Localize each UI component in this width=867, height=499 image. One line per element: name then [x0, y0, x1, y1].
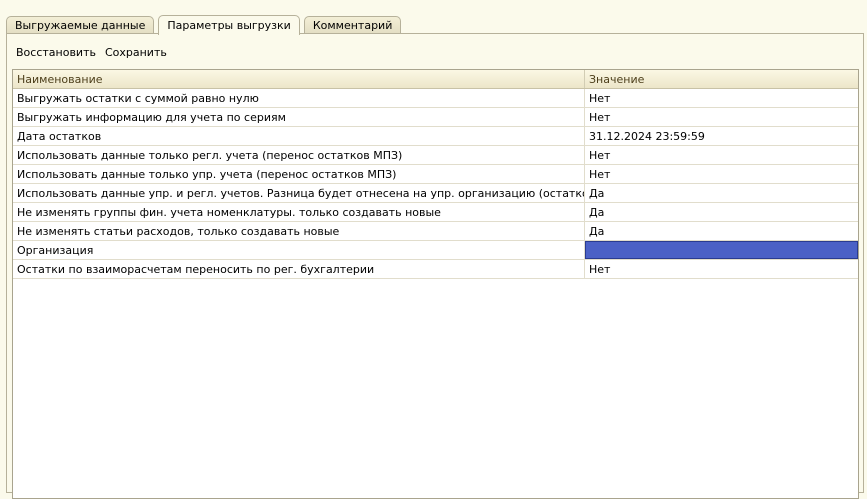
- toolbar: Восстановить Сохранить: [16, 46, 167, 59]
- tab-panel: Восстановить Сохранить Наименование Знач…: [6, 33, 864, 499]
- parameter-value-cell[interactable]: Нет: [585, 108, 858, 126]
- parameter-name-cell[interactable]: Выгружать информацию для учета по сериям: [13, 108, 585, 126]
- parameter-name-cell[interactable]: Использовать данные только упр. учета (п…: [13, 165, 585, 183]
- parameter-value-cell[interactable]: Да: [585, 184, 858, 202]
- parameter-value-cell[interactable]: Нет: [585, 89, 858, 107]
- column-header-name[interactable]: Наименование: [13, 70, 585, 88]
- parameter-value-cell[interactable]: Нет: [585, 165, 858, 183]
- table-row[interactable]: Не изменять статьи расходов, только созд…: [13, 222, 858, 241]
- save-button[interactable]: Сохранить: [105, 46, 167, 59]
- table-row[interactable]: Использовать данные упр. и регл. учетов.…: [13, 184, 858, 203]
- parameter-value-cell[interactable]: Нет: [585, 146, 858, 164]
- parameter-name-cell[interactable]: Организация: [13, 241, 585, 259]
- tab-bar: Выгружаемые данные Параметры выгрузки Ко…: [6, 14, 405, 35]
- parameter-name-cell[interactable]: Выгружать остатки с суммой равно нулю: [13, 89, 585, 107]
- table-header: Наименование Значение: [13, 70, 858, 89]
- parameter-value-cell[interactable]: [585, 241, 858, 259]
- table-row[interactable]: Использовать данные только регл. учета (…: [13, 146, 858, 165]
- table-row[interactable]: Использовать данные только упр. учета (п…: [13, 165, 858, 184]
- tab-exported-data[interactable]: Выгружаемые данные: [6, 16, 155, 34]
- parameter-value-cell[interactable]: Да: [585, 222, 858, 240]
- table-row[interactable]: Выгружать информацию для учета по сериям…: [13, 108, 858, 127]
- parameter-name-cell[interactable]: Не изменять статьи расходов, только созд…: [13, 222, 585, 240]
- parameter-value-cell[interactable]: Да: [585, 203, 858, 221]
- parameter-value-cell[interactable]: Нет: [585, 260, 858, 278]
- table-body: Выгружать остатки с суммой равно нулю Нет…: [13, 89, 858, 279]
- restore-button[interactable]: Восстановить: [16, 46, 96, 59]
- parameter-name-cell[interactable]: Использовать данные только регл. учета (…: [13, 146, 585, 164]
- parameters-table[interactable]: Наименование Значение Выгружать остатки …: [12, 69, 859, 499]
- parameter-name-cell[interactable]: Дата остатков: [13, 127, 585, 145]
- table-row[interactable]: Выгружать остатки с суммой равно нулю Нет: [13, 89, 858, 108]
- tab-export-parameters[interactable]: Параметры выгрузки: [158, 15, 300, 35]
- table-row[interactable]: Остатки по взаиморасчетам переносить по …: [13, 260, 858, 279]
- table-row[interactable]: Дата остатков 31.12.2024 23:59:59: [13, 127, 858, 146]
- table-row[interactable]: Не изменять группы фин. учета номенклату…: [13, 203, 858, 222]
- parameter-name-cell[interactable]: Использовать данные упр. и регл. учетов.…: [13, 184, 585, 202]
- tab-comment[interactable]: Комментарий: [303, 16, 402, 34]
- parameter-name-cell[interactable]: Остатки по взаиморасчетам переносить по …: [13, 260, 585, 278]
- parameter-name-cell[interactable]: Не изменять группы фин. учета номенклату…: [13, 203, 585, 221]
- parameter-value-cell[interactable]: 31.12.2024 23:59:59: [585, 127, 858, 145]
- column-header-value[interactable]: Значение: [585, 70, 858, 88]
- table-row[interactable]: Организация: [13, 241, 858, 260]
